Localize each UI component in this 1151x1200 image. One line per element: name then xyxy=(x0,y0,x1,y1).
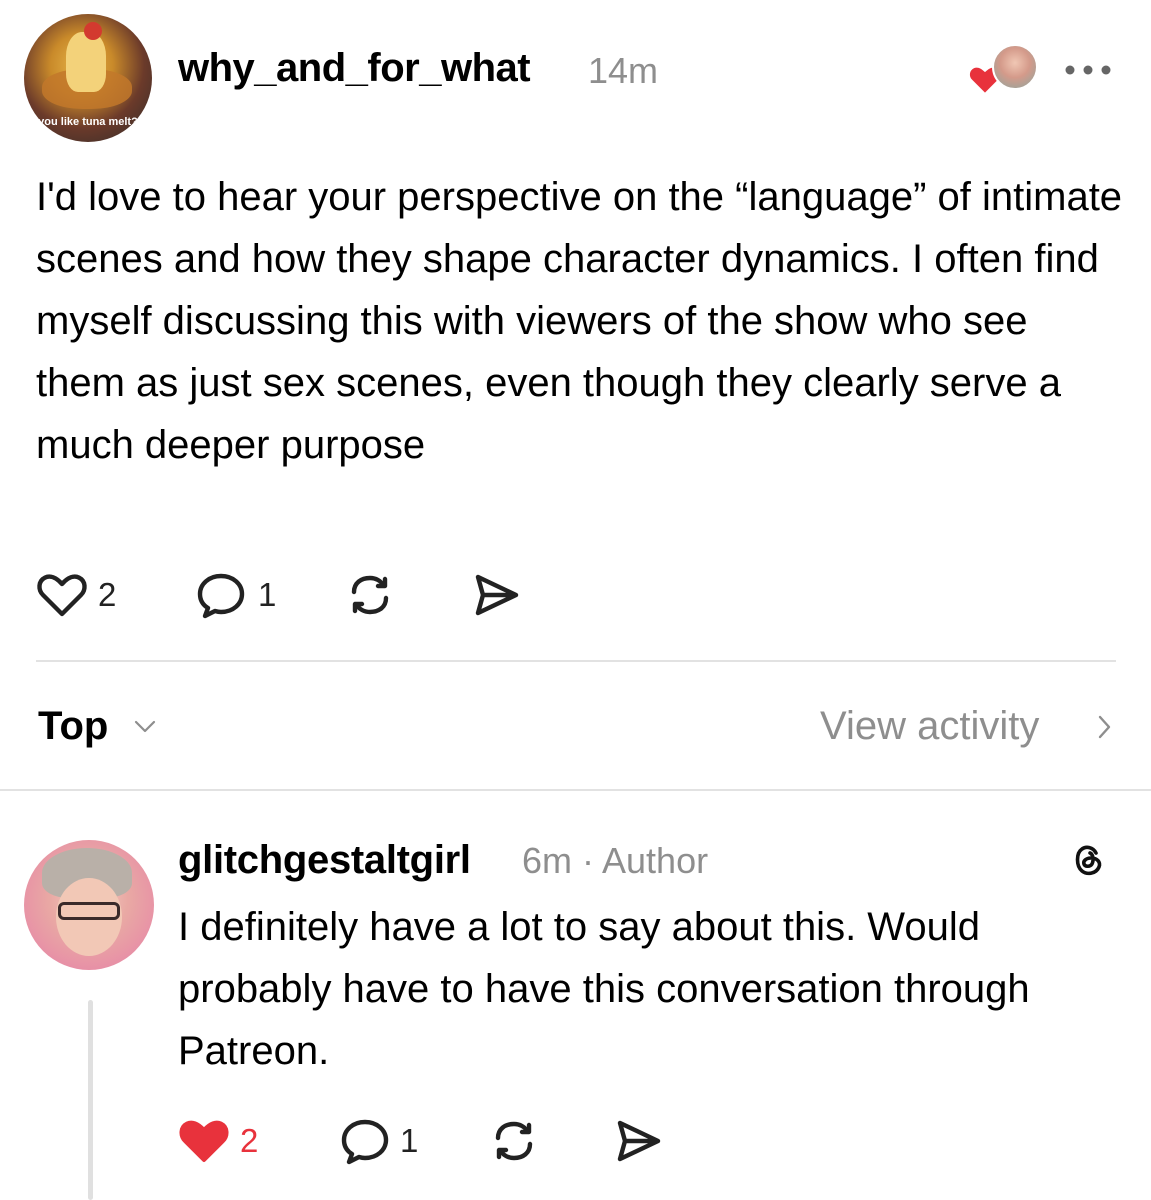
liker-avatar[interactable] xyxy=(992,44,1038,90)
share-icon[interactable] xyxy=(470,570,522,620)
like-count: 2 xyxy=(98,576,117,613)
reply-like-count: 2 xyxy=(240,1122,259,1159)
divider xyxy=(0,789,1151,791)
post-username[interactable]: why_and_for_what xyxy=(178,46,531,91)
chevron-down-icon[interactable] xyxy=(132,716,158,736)
reply-username[interactable]: glitchgestaltgirl xyxy=(178,838,471,883)
divider xyxy=(36,660,1116,662)
more-options-icon[interactable] xyxy=(1060,58,1116,82)
reply-body: I definitely have a lot to say about thi… xyxy=(178,905,1030,1073)
like-heart-icon[interactable] xyxy=(36,570,88,618)
chevron-right-icon[interactable] xyxy=(1094,712,1114,742)
post-author-avatar[interactable]: you like tuna melt? xyxy=(24,14,152,142)
reply-author-avatar[interactable] xyxy=(24,840,154,970)
comment-icon[interactable] xyxy=(194,570,248,620)
like-heart-filled-icon[interactable] xyxy=(178,1116,230,1164)
share-icon[interactable] xyxy=(612,1116,664,1166)
thread-line xyxy=(88,1000,93,1200)
reply-reply-count: 1 xyxy=(400,1122,419,1159)
repost-icon[interactable] xyxy=(488,1116,540,1166)
comment-icon[interactable] xyxy=(338,1116,392,1166)
repost-icon[interactable] xyxy=(344,570,396,620)
threads-logo-icon[interactable] xyxy=(1066,838,1110,882)
reply-count: 1 xyxy=(258,576,277,613)
reply-meta: 6m · Author xyxy=(522,840,709,881)
post-body: I'd love to hear your perspective on the… xyxy=(36,175,1123,467)
post-timestamp: 14m xyxy=(588,50,659,91)
avatar-caption: you like tuna melt? xyxy=(38,116,138,128)
view-activity-link[interactable]: View activity xyxy=(820,704,1039,749)
sort-dropdown-label[interactable]: Top xyxy=(38,704,108,749)
